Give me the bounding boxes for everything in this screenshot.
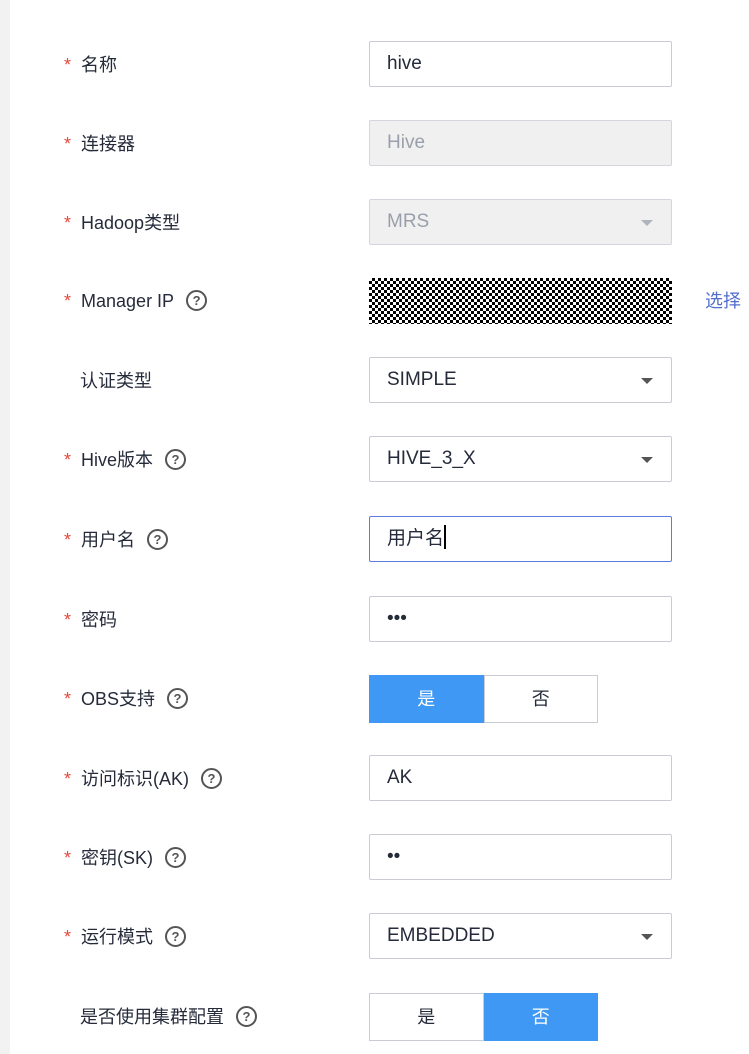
required-mark: * [64,610,72,630]
name-input[interactable]: hive [369,41,672,87]
help-icon[interactable]: ? [147,528,169,550]
required-mark: * [64,530,72,550]
use-cluster-config-label: 是否使用集群配置? [80,993,257,1041]
help-icon[interactable]: ? [165,846,187,868]
hadoop-type-select: MRS [369,199,672,245]
run-mode-label: * 运行模式? [64,913,187,961]
row-connector: * 连接器 Hive [0,120,749,168]
access-key-label: * 访问标识(AK)? [64,755,223,803]
run-mode-value: EMBEDDED [387,925,495,946]
username-label: * 用户名? [64,516,169,564]
row-hadoop-type: * Hadoop类型 MRS [0,199,749,247]
name-label: * 名称 [64,55,118,75]
row-secret-key: * 密钥(SK)? •• [0,834,749,882]
hive-version-select[interactable]: HIVE_3_X [369,436,672,482]
chevron-down-icon [641,934,653,940]
username-value: 用户名 [387,528,445,549]
auth-type-select[interactable]: SIMPLE [369,357,672,403]
secret-key-input[interactable]: •• [369,834,672,880]
access-key-input[interactable]: AK [369,755,672,801]
obs-support-toggle: 是 否 [369,675,598,723]
chevron-down-icon [641,378,653,384]
required-mark: * [64,927,72,947]
hive-version-value: HIVE_3_X [387,448,476,469]
run-mode-select[interactable]: EMBEDDED [369,913,672,959]
help-icon[interactable]: ? [201,767,223,789]
required-mark: * [64,213,72,233]
row-username: * 用户名? 用户名 [0,516,749,564]
secret-key-label: * 密钥(SK)? [64,834,187,882]
row-hive-version: * Hive版本? HIVE_3_X [0,436,749,484]
connector-label: * 连接器 [64,134,136,154]
row-password: * 密码 ••• [0,596,749,644]
required-mark: * [64,848,72,868]
required-mark: * [64,769,72,789]
help-icon[interactable]: ? [165,448,187,470]
help-icon[interactable]: ? [236,1005,257,1027]
password-input[interactable]: ••• [369,596,672,642]
chevron-down-icon [641,457,653,463]
row-access-key: * 访问标识(AK)? AK [0,755,749,803]
help-icon[interactable]: ? [167,687,189,709]
obs-support-label: * OBS支持? [64,675,189,723]
use-cluster-config-toggle: 是 否 [369,993,598,1041]
required-mark: * [64,291,72,311]
obs-support-yes[interactable]: 是 [369,675,484,723]
manager-ip-label: * Manager IP? [64,277,208,325]
password-label: * 密码 [64,610,118,630]
row-manager-ip: * Manager IP? 选择 [0,277,749,325]
manager-ip-input-masked[interactable] [369,278,672,324]
hadoop-type-value: MRS [387,211,430,232]
row-obs-support: * OBS支持? 是 否 [0,675,749,723]
row-auth-type: 认证类型 SIMPLE [0,357,749,405]
select-manager-ip-link[interactable]: 选择 [705,277,741,325]
help-icon[interactable]: ? [186,289,208,311]
hadoop-type-label: * Hadoop类型 [64,213,181,233]
row-use-cluster-config: 是否使用集群配置? 是 否 [0,993,749,1041]
use-cluster-config-no[interactable]: 否 [483,993,598,1041]
connector-input: Hive [369,120,672,166]
required-mark: * [64,134,72,154]
auth-type-value: SIMPLE [387,369,457,390]
use-cluster-config-yes[interactable]: 是 [369,993,484,1041]
row-name: * 名称 hive [0,41,749,89]
obs-support-no[interactable]: 否 [483,675,598,723]
auth-type-label: 认证类型 [80,371,152,391]
required-mark: * [64,55,72,75]
row-run-mode: * 运行模式? EMBEDDED [0,913,749,961]
username-input[interactable]: 用户名 [369,516,672,562]
chevron-down-icon [641,220,653,226]
required-mark: * [64,689,72,709]
text-cursor [444,524,447,549]
required-mark: * [64,450,72,470]
hive-version-label: * Hive版本? [64,436,187,484]
help-icon[interactable]: ? [165,925,187,947]
